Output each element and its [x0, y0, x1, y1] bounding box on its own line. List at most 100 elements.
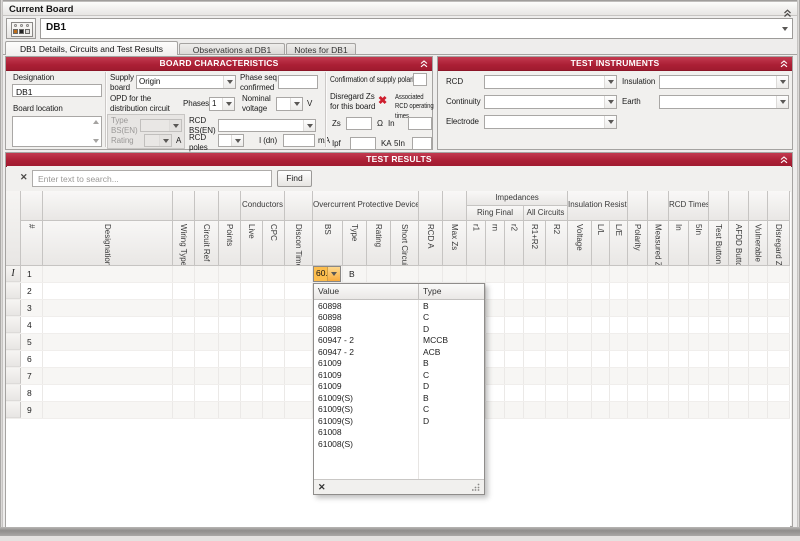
- cell-wiring-type[interactable]: [173, 385, 195, 401]
- cell-in[interactable]: [669, 402, 689, 418]
- dropdown-header-value[interactable]: Value: [314, 284, 419, 299]
- cell-l-e[interactable]: [610, 266, 628, 282]
- cell-vulnerable[interactable]: [749, 368, 768, 384]
- cell-cpc[interactable]: [263, 385, 285, 401]
- cell-5in[interactable]: [689, 351, 709, 367]
- column-header-r2[interactable]: R2: [546, 221, 568, 266]
- collapse-titlebar-icon[interactable]: [783, 5, 792, 17]
- cell-cpc[interactable]: [263, 334, 285, 350]
- cell-points[interactable]: [219, 334, 241, 350]
- column-header-test-button[interactable]: Test Button: [709, 221, 729, 266]
- cell-5in[interactable]: [689, 334, 709, 350]
- cell-polarity[interactable]: [628, 266, 648, 282]
- cell-disregard-zs[interactable]: [768, 334, 790, 350]
- column-header-vulnerable[interactable]: Vulnerable: [749, 221, 768, 266]
- cell-r2[interactable]: [546, 334, 568, 350]
- cell-5in[interactable]: [689, 368, 709, 384]
- cell-live[interactable]: [241, 266, 263, 282]
- column-header-in[interactable]: In: [669, 221, 689, 266]
- cell-live[interactable]: [241, 334, 263, 350]
- electrode-instrument-combobox[interactable]: [484, 115, 617, 129]
- column-header-points[interactable]: Points: [219, 221, 241, 266]
- cell-r1-r2[interactable]: [524, 368, 546, 384]
- cell-in[interactable]: [669, 317, 689, 333]
- cell-disregard-zs[interactable]: [768, 368, 790, 384]
- cell-vulnerable[interactable]: [749, 334, 768, 350]
- continuity-instrument-combobox[interactable]: [484, 95, 617, 109]
- cell-rcd-a[interactable]: [419, 266, 443, 282]
- cell-live[interactable]: [241, 402, 263, 418]
- ipf-field[interactable]: [350, 137, 376, 150]
- board-selector-input[interactable]: [44, 21, 768, 34]
- chevron-down-icon[interactable]: [604, 116, 616, 128]
- column-header-cpc[interactable]: CPC: [263, 221, 285, 266]
- cell-vulnerable[interactable]: [749, 402, 768, 418]
- cell-bs[interactable]: 60...: [313, 266, 343, 282]
- cell-afdd-button[interactable]: [729, 385, 749, 401]
- five-in-field[interactable]: [412, 137, 432, 150]
- cell-col[interactable]: 9: [21, 402, 43, 418]
- cell-voltage[interactable]: [568, 317, 592, 333]
- cell-r2[interactable]: [546, 385, 568, 401]
- dropdown-item[interactable]: 61009(S) B: [314, 392, 484, 404]
- cell-points[interactable]: [219, 266, 241, 282]
- cell-vulnerable[interactable]: [749, 351, 768, 367]
- cell-cpc[interactable]: [263, 300, 285, 316]
- cell-r2[interactable]: [505, 368, 524, 384]
- row-indicator[interactable]: [6, 368, 21, 384]
- cell-discon-time[interactable]: [285, 402, 313, 418]
- chevron-down-icon[interactable]: [604, 76, 616, 88]
- cell-discon-time[interactable]: [285, 300, 313, 316]
- chevron-down-icon[interactable]: [223, 76, 235, 88]
- cell-5in[interactable]: [689, 300, 709, 316]
- cell-designation[interactable]: [43, 334, 173, 350]
- column-header-type[interactable]: Type: [343, 221, 367, 266]
- cell-discon-time[interactable]: [285, 368, 313, 384]
- cell-test-button[interactable]: [709, 300, 729, 316]
- insulation-instrument-combobox[interactable]: [659, 75, 789, 89]
- column-header-r1-r2[interactable]: R1+R2: [524, 221, 546, 266]
- cell-vulnerable[interactable]: [749, 266, 768, 282]
- cell-test-button[interactable]: [709, 283, 729, 299]
- cell-live[interactable]: [241, 351, 263, 367]
- cell-afdd-button[interactable]: [729, 334, 749, 350]
- cell-voltage[interactable]: [568, 351, 592, 367]
- column-header-l-l[interactable]: L/L: [592, 221, 610, 266]
- cell-vulnerable[interactable]: [749, 317, 768, 333]
- cell-discon-time[interactable]: [285, 334, 313, 350]
- cell-in[interactable]: [669, 368, 689, 384]
- cell-discon-time[interactable]: [285, 317, 313, 333]
- cell-disregard-zs[interactable]: [768, 266, 790, 282]
- cell-live[interactable]: [241, 368, 263, 384]
- cell-r1-r2[interactable]: [524, 283, 546, 299]
- cell-vulnerable[interactable]: [749, 283, 768, 299]
- column-header-circuit-ref[interactable]: Circuit Ref: [195, 221, 219, 266]
- cell-l-l[interactable]: [592, 300, 610, 316]
- cell-r1-r2[interactable]: [524, 402, 546, 418]
- rcd-poles-combobox[interactable]: [218, 134, 244, 147]
- cell-live[interactable]: [241, 283, 263, 299]
- row-indicator[interactable]: [6, 317, 21, 333]
- cell-designation[interactable]: [43, 351, 173, 367]
- cell-test-button[interactable]: [709, 351, 729, 367]
- cell-r2[interactable]: [505, 334, 524, 350]
- cell-afdd-button[interactable]: [729, 368, 749, 384]
- row-indicator[interactable]: [6, 402, 21, 418]
- designation-input[interactable]: [14, 86, 93, 98]
- cell-r2[interactable]: [546, 402, 568, 418]
- cell-polarity[interactable]: [628, 334, 648, 350]
- column-header-col[interactable]: #: [21, 221, 43, 266]
- dropdown-item[interactable]: 60947 - 2 ACB: [314, 346, 484, 358]
- tab-db1-details[interactable]: DB1 Details, Circuits and Test Results: [5, 41, 178, 55]
- cell-rn[interactable]: [486, 317, 505, 333]
- cell-measured-zs[interactable]: [648, 317, 669, 333]
- rcd-instrument-combobox[interactable]: [484, 75, 617, 89]
- cell-wiring-type[interactable]: [173, 402, 195, 418]
- cell-in[interactable]: [669, 300, 689, 316]
- cell-voltage[interactable]: [568, 334, 592, 350]
- cell-afdd-button[interactable]: [729, 266, 749, 282]
- cell-voltage[interactable]: [568, 385, 592, 401]
- cell-l-e[interactable]: [610, 283, 628, 299]
- cell-designation[interactable]: [43, 300, 173, 316]
- cell-vulnerable[interactable]: [749, 385, 768, 401]
